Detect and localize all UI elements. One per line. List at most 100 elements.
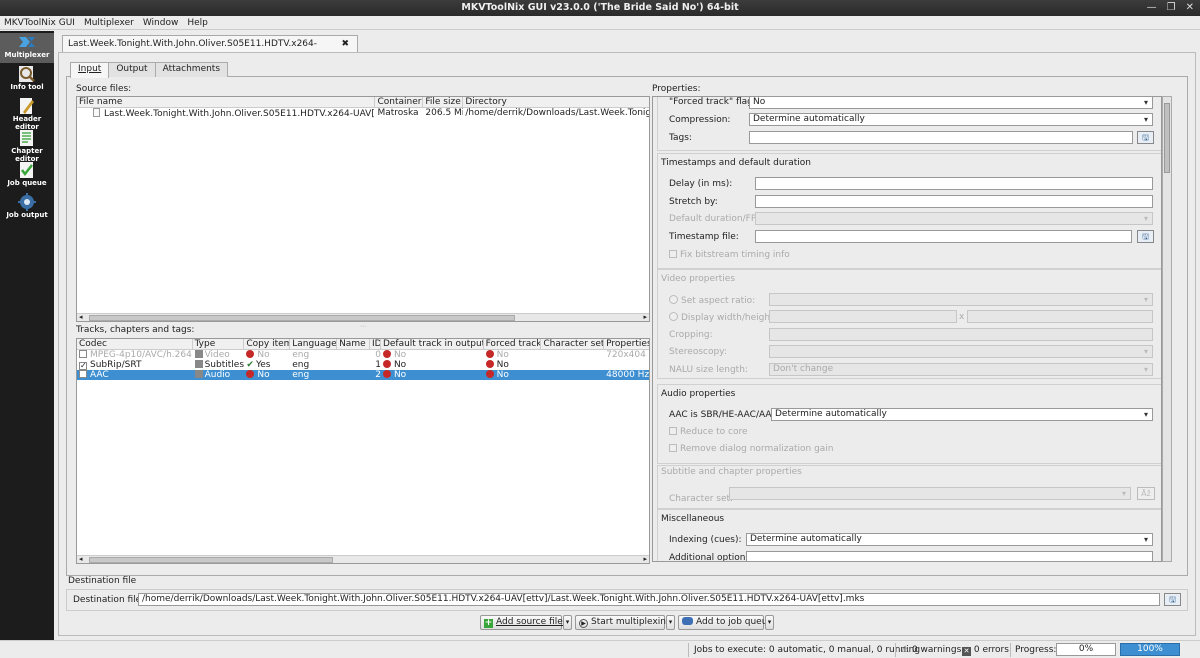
- track-cell: No: [244, 370, 290, 380]
- remove-gain-label: Remove dialog normalization gain: [680, 444, 834, 454]
- column-header[interactable]: ID: [370, 339, 381, 349]
- start-multiplexing-menu-button[interactable]: ▾: [666, 615, 675, 630]
- column-header[interactable]: Character set: [541, 339, 605, 349]
- track-cell: Video: [193, 350, 245, 360]
- add-source-files-button[interactable]: + Add source files: [480, 615, 567, 630]
- remove-gain-checkbox[interactable]: Remove dialog normalization gain: [669, 444, 834, 454]
- close-tab-icon[interactable]: ✖: [341, 36, 349, 52]
- column-header[interactable]: Directory: [463, 97, 649, 107]
- column-header[interactable]: Default track in output: [381, 339, 484, 349]
- add-source-files-menu-button[interactable]: ▾: [563, 615, 572, 630]
- column-header[interactable]: Language: [290, 339, 338, 349]
- sidebar-item-job-output[interactable]: Job output: [0, 193, 54, 223]
- start-multiplexing-button[interactable]: ▶ Start multiplexing: [575, 615, 672, 630]
- source-files-list[interactable]: File name Container File size Directory …: [76, 96, 650, 322]
- delay-input[interactable]: [755, 177, 1153, 190]
- track-checkbox[interactable]: [79, 370, 87, 378]
- add-to-job-queue-button[interactable]: Add to job queue: [678, 615, 773, 630]
- warnings-status[interactable]: ⚠ 0 warnings: [901, 645, 961, 655]
- horizontal-scrollbar[interactable]: ◂ ▸: [77, 555, 649, 563]
- display-width-input[interactable]: [769, 310, 957, 323]
- track-cell: 1: [370, 360, 381, 370]
- scrollbar-thumb[interactable]: [89, 557, 333, 563]
- menu-multiplexer[interactable]: Multiplexer: [84, 16, 134, 29]
- forced-label: No: [496, 350, 509, 360]
- add-to-job-queue-menu-button[interactable]: ▾: [765, 615, 774, 630]
- sidebar-item-job-queue[interactable]: Job queue: [0, 161, 54, 191]
- scroll-right-icon[interactable]: ▸: [643, 555, 647, 563]
- display-height-input[interactable]: [967, 310, 1153, 323]
- track-checkbox[interactable]: [79, 350, 87, 358]
- column-header[interactable]: Copy item: [244, 339, 291, 349]
- errors-status[interactable]: ✕ 0 errors: [962, 645, 1009, 656]
- charset-button[interactable]: Āž: [1137, 487, 1155, 500]
- menu-mkvtoolnix[interactable]: MKVToolNix GUI: [4, 16, 75, 29]
- column-header[interactable]: Type: [193, 339, 245, 349]
- horizontal-scrollbar[interactable]: ◂ ▸: [77, 313, 649, 321]
- scroll-left-icon[interactable]: ◂: [79, 313, 83, 321]
- tab-output[interactable]: Output: [108, 62, 156, 77]
- splitter-handle[interactable]: ⋯: [360, 323, 366, 330]
- additional-options-input[interactable]: [746, 551, 1153, 561]
- track-row[interactable]: ✓ SubRip/SRT Subtitles ✔ Yes eng 1 No No: [77, 360, 649, 370]
- tab-attachments[interactable]: Attachments: [154, 62, 229, 77]
- timestamp-file-input[interactable]: [755, 230, 1132, 243]
- table-row[interactable]: Last.Week.Tonight.With.John.Oliver.S05E1…: [77, 108, 649, 118]
- aspect-ratio-radio[interactable]: Set aspect ratio:: [669, 295, 755, 306]
- column-header[interactable]: File name: [77, 97, 376, 107]
- indexing-select[interactable]: Determine automatically: [746, 533, 1153, 546]
- destination-input[interactable]: /home/derrik/Downloads/Last.Week.Tonight…: [138, 593, 1160, 606]
- sidebar-item-info-tool[interactable]: Info tool: [0, 65, 54, 95]
- scroll-left-icon[interactable]: ◂: [79, 555, 83, 563]
- minimize-icon[interactable]: —: [1147, 0, 1157, 16]
- fix-timing-checkbox[interactable]: Fix bitstream timing info: [669, 250, 790, 260]
- tags-input[interactable]: [749, 131, 1133, 144]
- nalu-select[interactable]: Don't change: [769, 363, 1153, 376]
- scrollbar-thumb[interactable]: [1164, 103, 1170, 173]
- tab-document[interactable]: Last.Week.Tonight.With.John.Oliver.S05E1…: [62, 35, 358, 65]
- default-duration-select[interactable]: [755, 212, 1153, 225]
- forced-flag-label: "Forced track" flag:: [669, 97, 756, 107]
- sidebar-item-chapter-editor[interactable]: Chapter editor: [0, 129, 54, 163]
- forced-flag-select[interactable]: No: [749, 97, 1153, 109]
- tracks-list[interactable]: Codec Type Copy item Language Name ID De…: [76, 338, 650, 564]
- reduce-core-checkbox[interactable]: Reduce to core: [669, 427, 748, 437]
- timestamps-title: Timestamps and default duration: [661, 158, 811, 168]
- column-header[interactable]: Forced track: [484, 339, 542, 349]
- column-header[interactable]: File size: [423, 97, 464, 107]
- properties-scrollbar[interactable]: [1162, 96, 1172, 562]
- no-icon: [246, 350, 255, 358]
- tags-browse-button[interactable]: 🖫: [1137, 131, 1154, 144]
- display-size-radio[interactable]: Display width/height:: [669, 312, 777, 323]
- menu-window[interactable]: Window: [143, 16, 179, 29]
- menu-help[interactable]: Help: [187, 16, 208, 29]
- compression-select[interactable]: Determine automatically: [749, 113, 1153, 126]
- column-header[interactable]: Container: [375, 97, 424, 107]
- current-progress-bar: 0%: [1056, 643, 1116, 656]
- column-header[interactable]: Properties: [604, 339, 649, 349]
- close-icon[interactable]: ✕: [1186, 0, 1194, 16]
- reduce-core-label: Reduce to core: [680, 427, 748, 437]
- restore-icon[interactable]: ❐: [1167, 0, 1176, 16]
- sidebar-item-multiplexer[interactable]: Multiplexer: [0, 33, 54, 63]
- tab-input[interactable]: Input: [70, 62, 110, 78]
- stretch-input[interactable]: [755, 195, 1153, 208]
- aac-select[interactable]: Determine automatically: [771, 408, 1153, 421]
- stereoscopy-select[interactable]: [769, 345, 1153, 358]
- timestamp-file-browse-button[interactable]: 🖫: [1137, 230, 1154, 243]
- cropping-input[interactable]: [769, 328, 1153, 341]
- sidebar-item-header-editor[interactable]: Header editor: [0, 97, 54, 131]
- column-header[interactable]: Name: [337, 339, 370, 349]
- scrollbar-thumb[interactable]: [89, 315, 515, 321]
- charset-select[interactable]: [729, 487, 1131, 500]
- properties-label: Properties:: [652, 84, 701, 94]
- column-header[interactable]: Codec: [77, 339, 193, 349]
- track-row[interactable]: AAC Audio No eng 2 No No 48000 Hz,: [77, 370, 649, 380]
- destination-browse-button[interactable]: 🖫: [1164, 593, 1181, 606]
- track-row[interactable]: MPEG-4p10/AVC/h.264 Video No eng 0 No No 720x40…: [77, 350, 649, 360]
- aspect-ratio-select[interactable]: [769, 293, 1153, 306]
- track-checkbox[interactable]: ✓: [79, 362, 87, 370]
- dimension-separator: x: [959, 312, 965, 322]
- scroll-right-icon[interactable]: ▸: [643, 313, 647, 321]
- job-queue-icon: [20, 162, 33, 178]
